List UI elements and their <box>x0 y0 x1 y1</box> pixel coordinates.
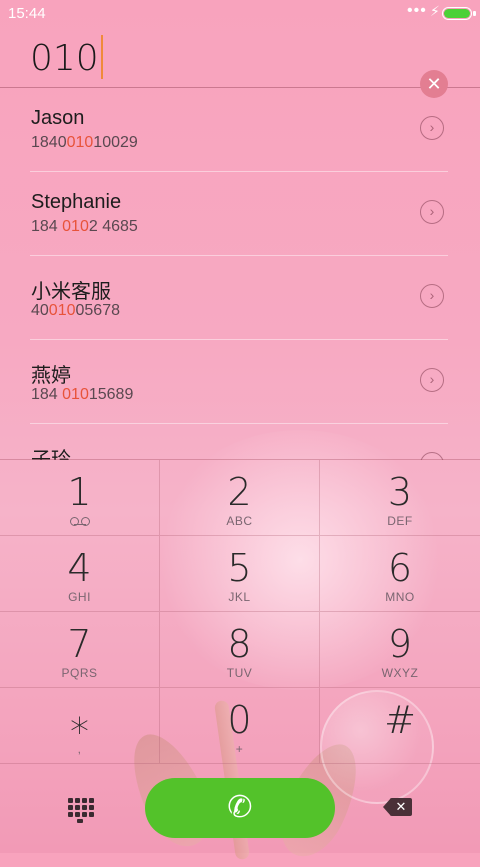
key-digit: 8 <box>227 622 252 666</box>
key-1[interactable]: 1 <box>0 460 160 536</box>
key-digit: 2 <box>227 470 252 514</box>
dial-keypad: 1 2 ABC 3 DEF 4 GHI 5 JKL 6 MNO 7 PQRS 8… <box>0 459 480 765</box>
text-cursor <box>100 35 103 79</box>
key-letters: + <box>235 742 244 756</box>
key-6[interactable]: 6 MNO <box>320 536 480 612</box>
contact-item[interactable]: 子玲 › <box>30 423 448 460</box>
contact-name: 燕婷 <box>31 365 71 387</box>
contact-name: 子玲 <box>31 449 71 460</box>
key-digit: 3 <box>387 470 413 514</box>
call-button[interactable]: ✆ <box>145 778 335 838</box>
key-digit: 4 <box>67 546 92 590</box>
battery-icon <box>442 7 476 20</box>
key-letters: GHI <box>68 590 91 604</box>
number-part: 15689 <box>88 386 134 403</box>
contact-item[interactable]: 小米客服 4001005678 › <box>30 255 448 340</box>
key-digit: # <box>384 698 416 742</box>
dialpad-icon[interactable] <box>65 795 95 825</box>
contact-item[interactable]: 燕婷 184 01015689 › <box>30 339 448 424</box>
key-letters: DEF <box>387 514 413 528</box>
number-part: 05678 <box>75 302 121 319</box>
key-4[interactable]: 4 GHI <box>0 536 160 612</box>
number-part: 40 <box>31 302 49 319</box>
contact-item[interactable]: Stephanie 184 0102 4685 › <box>30 171 448 256</box>
key-digit: 6 <box>387 546 413 590</box>
key-letters: WXYZ <box>381 666 419 680</box>
key-letters: JKL <box>228 590 251 604</box>
key-digit: 9 <box>387 622 413 666</box>
chevron-right-circle-icon[interactable]: › <box>420 284 444 308</box>
key-digit: 5 <box>227 546 252 590</box>
contact-number: 184001010029 <box>31 134 138 152</box>
key-letters: PQRS <box>61 666 98 680</box>
charging-icon: ⚡ <box>430 3 440 19</box>
chevron-right-circle-icon[interactable]: › <box>420 368 444 392</box>
phone-icon: ✆ <box>227 791 253 824</box>
key-letters: TUV <box>226 666 253 680</box>
status-bar: 15:44 ••• ⚡ <box>0 0 480 26</box>
number-match: 010 <box>62 386 89 403</box>
contact-number: 184 0102 4685 <box>31 218 138 236</box>
key-3[interactable]: 3 DEF <box>320 460 480 536</box>
notification-dots-icon: ••• <box>407 2 427 19</box>
key-digit: 0 <box>227 698 252 742</box>
contact-item[interactable]: Jason 184001010029 › <box>30 87 448 172</box>
bottom-action-bar: ✆ ✕ <box>0 764 480 853</box>
dialed-number: 010 <box>30 38 99 79</box>
status-time: 15:44 <box>8 5 46 22</box>
key-digit: ⁎ <box>70 698 89 742</box>
key-letters: MNO <box>385 590 415 604</box>
chevron-right-circle-icon[interactable]: › <box>420 116 444 140</box>
number-part: 1840 <box>31 134 67 151</box>
contact-suggestions-list: Jason 184001010029 › Stephanie 184 0102 … <box>0 87 480 460</box>
key-star[interactable]: ⁎ , <box>0 688 160 764</box>
key-0[interactable]: 0 + <box>160 688 320 764</box>
key-7[interactable]: 7 PQRS <box>0 612 160 688</box>
contact-name: 小米客服 <box>31 281 111 303</box>
key-letters: , <box>77 742 82 756</box>
key-digit: 7 <box>67 622 92 666</box>
key-2[interactable]: 2 ABC <box>160 460 320 536</box>
number-part: 10029 <box>93 134 138 151</box>
voicemail-icon <box>69 517 90 526</box>
key-8[interactable]: 8 TUV <box>160 612 320 688</box>
number-match: 010 <box>62 218 89 235</box>
key-9[interactable]: 9 WXYZ <box>320 612 480 688</box>
number-part: 184 <box>31 218 63 235</box>
number-part: 184 <box>31 386 63 403</box>
number-display[interactable]: 010 ✕ <box>0 26 480 98</box>
key-digit: 1 <box>67 470 92 514</box>
backspace-icon[interactable]: ✕ <box>383 796 413 818</box>
contact-name: Jason <box>31 107 85 129</box>
key-letters: ABC <box>226 514 253 528</box>
chevron-right-circle-icon[interactable]: › <box>420 200 444 224</box>
key-hash[interactable]: # <box>320 688 480 764</box>
contact-number: 184 01015689 <box>31 386 133 404</box>
number-part: 2 4685 <box>88 218 138 235</box>
contact-number: 4001005678 <box>31 302 120 320</box>
number-match: 010 <box>48 302 76 319</box>
contact-name: Stephanie <box>31 191 122 213</box>
number-match: 010 <box>66 134 94 151</box>
key-5[interactable]: 5 JKL <box>160 536 320 612</box>
